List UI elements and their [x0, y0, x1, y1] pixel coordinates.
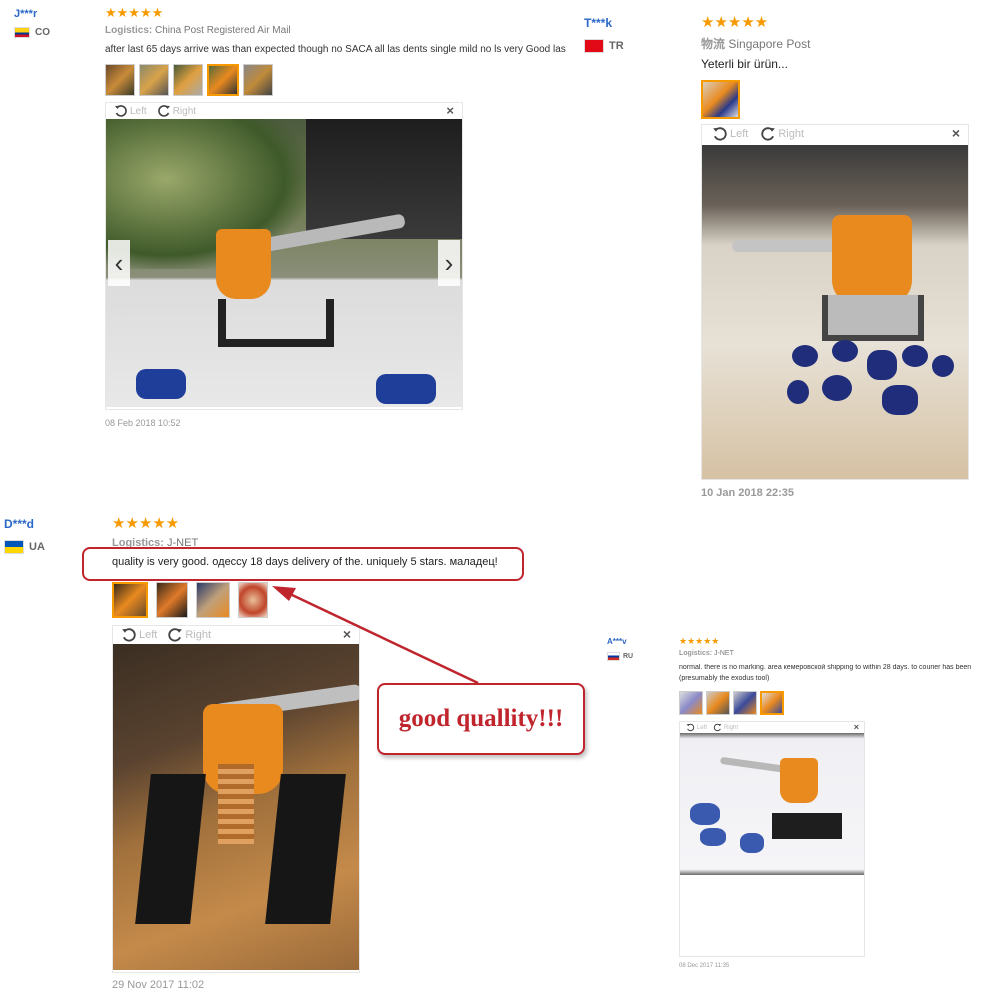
tool-bridge: [772, 813, 842, 839]
tool-body: [780, 758, 818, 803]
review-text-continued: (presumably the exodus tool): [679, 675, 770, 682]
logistics-line: Logistics: J-NET: [679, 650, 734, 657]
rotate-left-label: Left: [697, 724, 708, 731]
annotation-text: good quallity!!!: [398, 705, 564, 732]
rotate-left-button[interactable]: Left: [686, 723, 707, 732]
glue-tab: [690, 803, 720, 825]
close-icon[interactable]: ×: [854, 722, 859, 732]
reviewer-country: RU: [607, 652, 633, 661]
logistics-label: Logistics:: [679, 650, 713, 657]
country-code: RU: [623, 653, 634, 660]
review-date: 08 Dec 2017 11:35: [679, 963, 730, 969]
reviewer-name[interactable]: A***v: [607, 637, 627, 646]
rating-stars: ★★★★★: [679, 636, 720, 646]
flag-ru-icon: [607, 652, 620, 661]
viewer-toolbar: Left Right ×: [680, 722, 864, 733]
review-thumbnail-active[interactable]: [760, 691, 784, 715]
review-thumbnail[interactable]: [679, 691, 703, 715]
annotation-callout: good quallity!!!: [377, 683, 585, 755]
rotate-left-icon: [686, 723, 695, 732]
image-viewer: Left Right ×: [679, 721, 865, 957]
rotate-right-icon: [713, 723, 722, 732]
review-thumbnail[interactable]: [706, 691, 730, 715]
rotate-right-button[interactable]: Right: [713, 723, 738, 732]
thumbnail-strip: [679, 691, 784, 715]
rotate-right-label: Right: [724, 724, 739, 731]
glue-tab: [700, 828, 726, 846]
logistics-value: J-NET: [714, 650, 734, 657]
review-text: normal. there is no marking. area кемеро…: [679, 664, 972, 671]
review-photo: [680, 733, 864, 875]
review-thumbnail[interactable]: [733, 691, 757, 715]
glue-tab: [740, 833, 764, 853]
